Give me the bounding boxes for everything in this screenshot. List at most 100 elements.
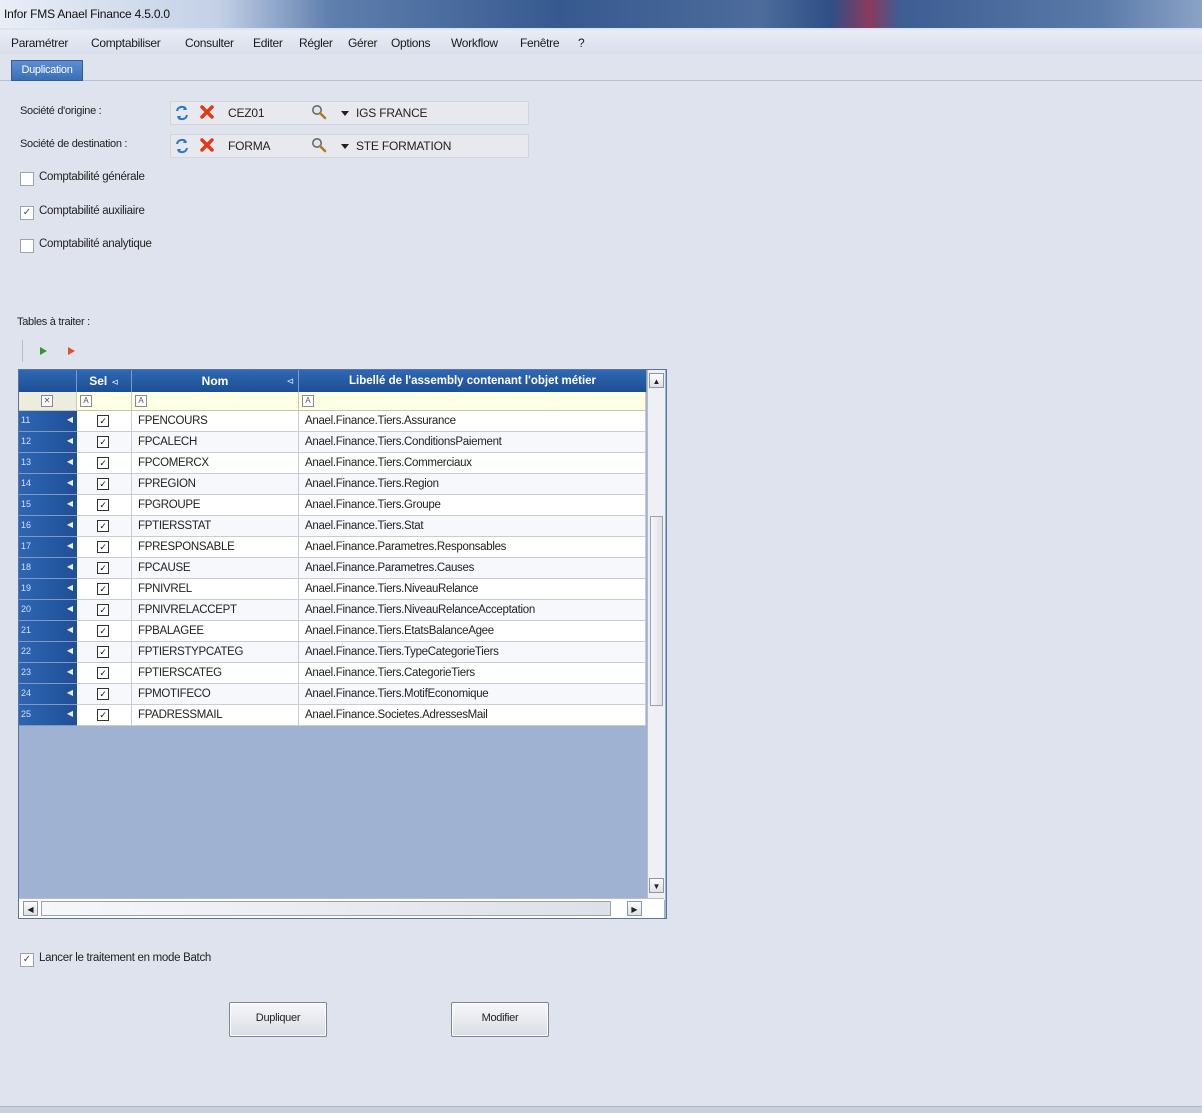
scroll-right-button[interactable]: ▶	[627, 901, 642, 916]
table-row[interactable]: 13 ◀ ✓ FPCOMERCX Anael.Finance.Tiers.Commerc…	[19, 453, 646, 474]
table-row[interactable]: 20 ◀ ✓ FPNIVRELACCEPT Anael.Finance.Tiers.Ni…	[19, 600, 646, 621]
scroll-thumb[interactable]	[41, 901, 611, 916]
menu-gerer[interactable]: Gérer	[348, 36, 377, 50]
cell-lib[interactable]: Anael.Finance.Societes.AdressesMail	[299, 705, 646, 726]
cell-lib[interactable]: Anael.Finance.Parametres.Responsables	[299, 537, 646, 558]
row-checkbox[interactable]: ✓	[97, 436, 109, 448]
row-selector[interactable]: 12 ◀	[19, 432, 77, 453]
scroll-down-button[interactable]: ▼	[649, 878, 664, 893]
cell-nom[interactable]: FPRESPONSABLE	[132, 537, 299, 558]
cell-sel[interactable]: ✓	[77, 537, 132, 558]
cell-nom[interactable]: FPCALECH	[132, 432, 299, 453]
row-checkbox[interactable]: ✓	[97, 667, 109, 679]
table-row[interactable]: 12 ◀ ✓ FPCALECH Anael.Finance.Tiers.Conditio…	[19, 432, 646, 453]
cell-lib[interactable]: Anael.Finance.Tiers.Region	[299, 474, 646, 495]
row-selector[interactable]: 22 ◀	[19, 642, 77, 663]
cell-lib[interactable]: Anael.Finance.Tiers.NiveauRelance	[299, 579, 646, 600]
filter-icon[interactable]: A	[135, 395, 147, 407]
table-row[interactable]: 19 ◀ ✓ FPNIVREL Anael.Finance.Tiers.NiveauRe…	[19, 579, 646, 600]
table-row[interactable]: 23 ◀ ✓ FPTIERSCATEG Anael.Finance.Tiers.Cate…	[19, 663, 646, 684]
row-selector[interactable]: 11 ◀	[19, 411, 77, 432]
menu-workflow[interactable]: Workflow	[451, 36, 498, 50]
cell-sel[interactable]: ✓	[77, 474, 132, 495]
header-sel[interactable]: Sel ⊲	[77, 370, 132, 392]
menu-options[interactable]: Options	[391, 36, 431, 50]
cell-nom[interactable]: FPADRESSMAIL	[132, 705, 299, 726]
cell-nom[interactable]: FPNIVRELACCEPT	[132, 600, 299, 621]
cell-nom[interactable]: FPTIERSTYPCATEG	[132, 642, 299, 663]
chevron-down-icon[interactable]	[341, 144, 349, 149]
clear-icon[interactable]	[199, 137, 215, 153]
search-icon[interactable]	[311, 104, 327, 120]
destination-code-input[interactable]: FORMA	[228, 139, 271, 153]
menu-help[interactable]: ?	[578, 36, 585, 50]
origin-code-input[interactable]: CEZ01	[228, 106, 265, 120]
cell-lib[interactable]: Anael.Finance.Tiers.NiveauRelanceAccepta…	[299, 600, 646, 621]
row-checkbox[interactable]: ✓	[97, 625, 109, 637]
row-checkbox[interactable]: ✓	[97, 562, 109, 574]
row-selector[interactable]: 20 ◀	[19, 600, 77, 621]
cell-lib[interactable]: Anael.Finance.Tiers.Stat	[299, 516, 646, 537]
row-selector[interactable]: 23 ◀	[19, 663, 77, 684]
menu-regler[interactable]: Régler	[299, 36, 333, 50]
cell-nom[interactable]: FPCOMERCX	[132, 453, 299, 474]
cell-sel[interactable]: ✓	[77, 516, 132, 537]
table-row[interactable]: 24 ◀ ✓ FPMOTIFECO Anael.Finance.Tiers.MotifE…	[19, 684, 646, 705]
play-icon[interactable]	[38, 346, 48, 356]
cell-nom[interactable]: FPCAUSE	[132, 558, 299, 579]
cell-nom[interactable]: FPTIERSCATEG	[132, 663, 299, 684]
cell-nom[interactable]: FPREGION	[132, 474, 299, 495]
cell-lib[interactable]: Anael.Finance.Parametres.Causes	[299, 558, 646, 579]
cell-lib[interactable]: Anael.Finance.Tiers.Groupe	[299, 495, 646, 516]
cell-lib[interactable]: Anael.Finance.Tiers.ConditionsPaiement	[299, 432, 646, 453]
vertical-scrollbar[interactable]: ▲ ▼	[647, 370, 665, 900]
row-checkbox[interactable]: ✓	[97, 499, 109, 511]
cell-sel[interactable]: ✓	[77, 642, 132, 663]
cell-sel[interactable]: ✓	[77, 432, 132, 453]
row-checkbox[interactable]: ✓	[97, 583, 109, 595]
filter-clear[interactable]: ✕	[19, 392, 77, 410]
table-row[interactable]: 25 ◀ ✓ FPADRESSMAIL Anael.Finance.Societes.A…	[19, 705, 646, 726]
play-icon[interactable]	[66, 346, 76, 356]
search-icon[interactable]	[311, 137, 327, 153]
filter-sel[interactable]: A	[77, 392, 132, 410]
checkbox-analytic[interactable]	[20, 239, 34, 253]
cell-lib[interactable]: Anael.Finance.Tiers.CategorieTiers	[299, 663, 646, 684]
menu-consulter[interactable]: Consulter	[185, 36, 234, 50]
cell-nom[interactable]: FPGROUPE	[132, 495, 299, 516]
scroll-left-button[interactable]: ◀	[23, 901, 38, 916]
menu-comptabiliser[interactable]: Comptabiliser	[91, 36, 161, 50]
pin-icon[interactable]: ⊲	[286, 370, 294, 392]
cell-nom[interactable]: FPBALAGEE	[132, 621, 299, 642]
horizontal-scrollbar[interactable]: ◀ ▶	[19, 898, 664, 918]
row-checkbox[interactable]: ✓	[97, 457, 109, 469]
cell-lib[interactable]: Anael.Finance.Tiers.TypeCategorieTiers	[299, 642, 646, 663]
cell-nom[interactable]: FPENCOURS	[132, 411, 299, 432]
row-selector[interactable]: 21 ◀	[19, 621, 77, 642]
row-selector[interactable]: 13 ◀	[19, 453, 77, 474]
pin-icon[interactable]: ⊲	[111, 377, 119, 387]
cell-lib[interactable]: Anael.Finance.Tiers.EtatsBalanceAgee	[299, 621, 646, 642]
clear-icon[interactable]	[199, 104, 215, 120]
cell-sel[interactable]: ✓	[77, 705, 132, 726]
checkbox-general[interactable]	[20, 172, 34, 186]
row-selector[interactable]: 16 ◀	[19, 516, 77, 537]
cell-lib[interactable]: Anael.Finance.Tiers.Assurance	[299, 411, 646, 432]
cell-sel[interactable]: ✓	[77, 558, 132, 579]
table-row[interactable]: 18 ◀ ✓ FPCAUSE Anael.Finance.Parametres.Caus…	[19, 558, 646, 579]
row-selector[interactable]: 18 ◀	[19, 558, 77, 579]
cell-sel[interactable]: ✓	[77, 600, 132, 621]
refresh-icon[interactable]	[174, 138, 190, 154]
filter-lib[interactable]: A	[299, 392, 646, 410]
cell-nom[interactable]: FPMOTIFECO	[132, 684, 299, 705]
table-row[interactable]: 15 ◀ ✓ FPGROUPE Anael.Finance.Tiers.Groupe	[19, 495, 646, 516]
scroll-thumb[interactable]	[650, 516, 663, 706]
row-checkbox[interactable]: ✓	[97, 688, 109, 700]
table-row[interactable]: 16 ◀ ✓ FPTIERSSTAT Anael.Finance.Tiers.Stat	[19, 516, 646, 537]
cell-sel[interactable]: ✓	[77, 453, 132, 474]
menu-fenetre[interactable]: Fenêtre	[520, 36, 560, 50]
cell-sel[interactable]: ✓	[77, 495, 132, 516]
cell-nom[interactable]: FPTIERSSTAT	[132, 516, 299, 537]
checkbox-batch[interactable]: ✓	[20, 953, 34, 967]
row-selector[interactable]: 19 ◀	[19, 579, 77, 600]
